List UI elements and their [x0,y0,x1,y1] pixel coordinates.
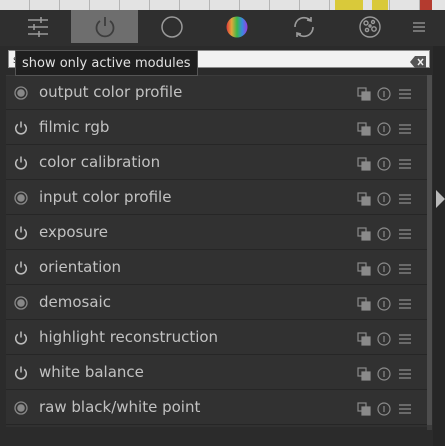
module-label: input color profile [39,188,172,206]
power-icon[interactable] [13,120,29,136]
sliders-icon [26,15,50,39]
presets-icon[interactable] [398,226,412,240]
power-icon [92,14,118,40]
scrollbar-thumb[interactable] [427,75,432,425]
image-red-area [420,0,432,10]
module-list: output color profile filmic rgb color ca… [6,75,430,427]
module-label: demosaic [39,293,111,311]
module-label: output color profile [39,83,183,101]
module-row[interactable]: output color profile [6,76,430,110]
reset-icon[interactable] [377,86,391,101]
module-list-scrollbar[interactable] [427,75,432,430]
multi-instance-icon[interactable] [357,366,371,381]
collapse-panel-arrow-icon[interactable] [436,190,445,208]
tab-effect-modules[interactable] [348,10,392,43]
tab-quick-access[interactable] [16,10,60,43]
tab-presets-menu[interactable] [404,10,434,43]
presets-icon[interactable] [398,296,412,310]
reset-icon[interactable] [377,226,391,241]
multi-instance-icon[interactable] [357,191,371,206]
reset-icon[interactable] [377,261,391,276]
reset-icon[interactable] [377,191,391,206]
refresh-icon [291,14,317,40]
presets-icon[interactable] [398,86,412,100]
power-icon[interactable] [13,260,29,276]
image-strip [0,0,445,10]
always-on-icon [13,190,29,206]
backspace-icon[interactable] [410,53,426,68]
presets-icon[interactable] [398,156,412,170]
presets-icon[interactable] [398,366,412,380]
presets-icon[interactable] [398,331,412,345]
reset-icon[interactable] [377,296,391,311]
module-row[interactable]: demosaic [6,286,430,320]
multi-instance-icon[interactable] [357,331,371,346]
presets-icon[interactable] [398,261,412,275]
tab-color-modules[interactable] [215,10,259,43]
multi-instance-icon[interactable] [357,226,371,241]
always-on-icon [13,400,29,416]
presets-icon[interactable] [398,401,412,415]
module-label: raw black/white point [39,398,201,416]
module-row[interactable]: orientation [6,251,430,285]
module-row[interactable]: white balance [6,356,430,390]
reset-icon[interactable] [377,121,391,136]
module-label: color calibration [39,153,161,171]
multi-instance-icon[interactable] [357,261,371,276]
module-label: exposure [39,223,108,241]
module-label: white balance [39,363,144,381]
module-label: orientation [39,258,122,276]
multi-instance-icon[interactable] [357,296,371,311]
multi-instance-icon[interactable] [357,401,371,416]
texture-icon [358,15,382,39]
module-label: highlight reconstruction [39,328,219,346]
module-row[interactable]: raw black/white point [6,391,430,425]
module-row[interactable]: input color profile [6,181,430,215]
power-icon[interactable] [13,155,29,171]
menu-icon [412,20,426,34]
power-icon[interactable] [13,330,29,346]
reset-icon[interactable] [377,331,391,346]
presets-icon[interactable] [398,191,412,205]
power-icon[interactable] [13,365,29,381]
tab-active-modules[interactable] [71,10,138,43]
module-row[interactable]: filmic rgb [6,111,430,145]
color-wheel-icon [225,15,249,39]
reset-icon[interactable] [377,156,391,171]
module-row[interactable]: color calibration [6,146,430,180]
multi-instance-icon[interactable] [357,121,371,136]
tab-base-modules[interactable] [150,10,194,43]
image-yellow-area [372,0,388,10]
multi-instance-icon[interactable] [357,86,371,101]
tab-correction-modules[interactable] [282,10,326,43]
reset-icon[interactable] [377,366,391,381]
reset-icon[interactable] [377,401,391,416]
multi-instance-icon[interactable] [357,156,371,171]
module-label: filmic rgb [39,118,110,136]
module-group-tabs [0,10,445,46]
power-icon[interactable] [13,225,29,241]
module-row[interactable]: highlight reconstruction [6,321,430,355]
right-panel-edge [433,46,445,446]
always-on-icon [13,295,29,311]
always-on-icon [13,85,29,101]
image-yellow-area [335,0,363,10]
circle-icon [160,15,184,39]
presets-icon[interactable] [398,121,412,135]
module-row[interactable]: exposure [6,216,430,250]
tooltip: show only active modules [15,50,198,76]
